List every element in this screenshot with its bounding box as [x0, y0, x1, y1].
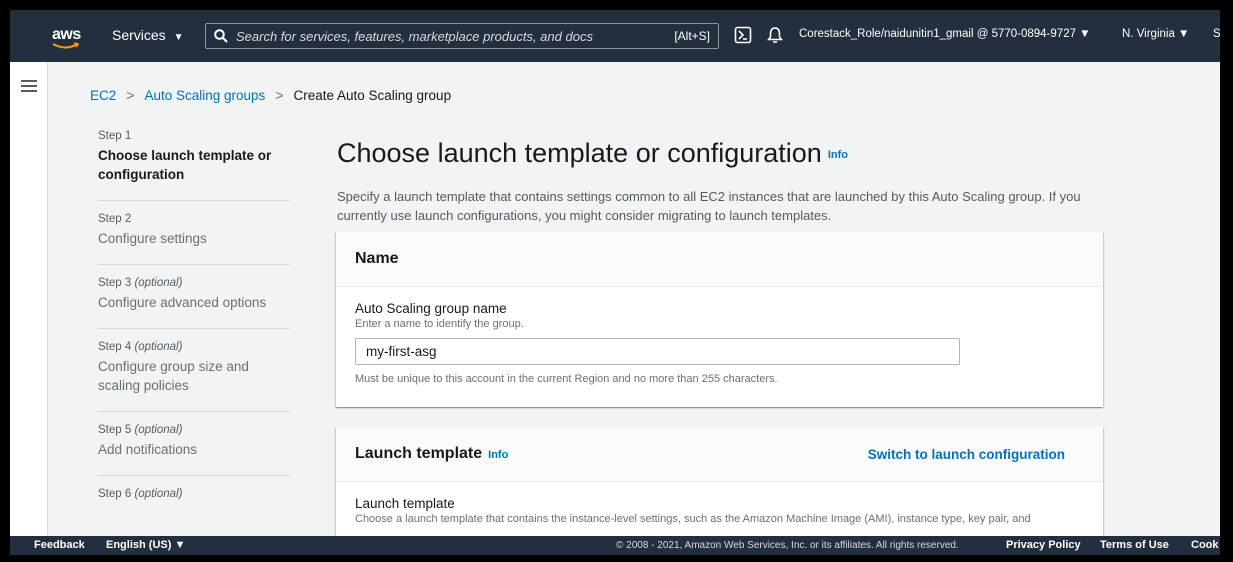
search-input[interactable]: Search for services, features, marketpla…	[205, 23, 719, 49]
step-number: Step 6 (optional)	[98, 488, 183, 500]
panel-title: Name	[355, 250, 399, 267]
services-menu[interactable]: Services ▼	[112, 27, 183, 43]
launch-template-description: Choose a launch template that contains t…	[355, 513, 1031, 525]
step-optional: (optional)	[134, 341, 183, 353]
step-title: Choose launch template or configuration	[98, 148, 272, 182]
step-optional: (optional)	[134, 424, 183, 436]
language-select[interactable]: English (US) ▼	[106, 539, 185, 551]
breadcrumb-separator: >	[126, 87, 135, 103]
search-placeholder: Search for services, features, marketpla…	[236, 28, 593, 44]
aws-smile-icon	[52, 42, 80, 49]
step-3[interactable]: Step 3 (optional) Configure advanced opt…	[98, 277, 290, 329]
panel-body: Auto Scaling group name Enter a name to …	[336, 287, 1103, 399]
privacy-policy-link[interactable]: Privacy Policy	[1006, 539, 1081, 551]
step-title: Configure advanced options	[98, 295, 267, 310]
panel-header: Launch template Info Switch to launch con…	[336, 427, 1103, 482]
step-4[interactable]: Step 4 (optional) Configure group size a…	[98, 341, 290, 412]
step-5[interactable]: Step 5 (optional) Add notifications	[98, 424, 290, 476]
side-navigation-toggle-strip	[10, 62, 48, 536]
panel-header: Name	[336, 232, 1103, 287]
name-panel: Name Auto Scaling group name Enter a nam…	[336, 232, 1103, 407]
panel-title: Launch template Info	[355, 445, 508, 463]
step-title: Configure group size and scaling policie…	[98, 359, 249, 393]
panel-body: Launch template Choose a launch template…	[336, 482, 1103, 539]
panel-title-text: Launch template	[355, 445, 483, 462]
step-title: Configure settings	[98, 231, 207, 246]
launch-template-label: Launch template	[355, 496, 455, 511]
chevron-down-icon: ▼	[173, 32, 184, 43]
feedback-link[interactable]: Feedback	[34, 539, 85, 551]
terms-of-use-link[interactable]: Terms of Use	[1100, 539, 1169, 551]
asg-name-label: Auto Scaling group name	[355, 301, 507, 316]
page-title-text: Choose launch template or configuration	[337, 138, 822, 168]
breadcrumb: EC2 > Auto Scaling groups > Create Auto …	[90, 87, 451, 103]
breadcrumb-current: Create Auto Scaling group	[293, 87, 452, 103]
step-title: Add notifications	[98, 442, 198, 457]
search-shortcut: [Alt+S]	[674, 29, 710, 43]
footer: Feedback English (US) ▼ © 2008 - 2021, A…	[10, 536, 1220, 555]
bell-icon[interactable]	[766, 26, 784, 44]
services-label: Services	[112, 27, 166, 43]
asg-name-description: Enter a name to identify the group.	[355, 318, 524, 330]
top-navigation: aws Services ▼ Search for services, feat…	[10, 10, 1220, 62]
step-number: Step 4 (optional)	[98, 341, 183, 353]
aws-logo[interactable]: aws	[48, 20, 88, 50]
account-menu[interactable]: Corestack_Role/naidunitin1_gmail @ 5770-…	[799, 28, 1091, 40]
breadcrumb-ec2[interactable]: EC2	[90, 88, 116, 103]
step-number: Step 2	[98, 213, 132, 225]
step-number: Step 3 (optional)	[98, 277, 183, 289]
cookie-preferences-link[interactable]: Cook	[1191, 539, 1219, 551]
step-optional: (optional)	[134, 488, 183, 500]
step-number: Step 5 (optional)	[98, 424, 183, 436]
search-icon	[214, 29, 228, 43]
page-title: Choose launch template or configuration I…	[337, 138, 848, 169]
step-number: Step 1	[98, 130, 132, 142]
page-description: Specify a launch template that contains …	[337, 189, 1081, 223]
hamburger-icon[interactable]	[21, 79, 37, 93]
asg-name-input[interactable]	[355, 338, 960, 365]
breadcrumb-separator: >	[275, 87, 284, 103]
copyright-text: © 2008 - 2021, Amazon Web Services, Inc.…	[616, 540, 959, 551]
info-link[interactable]: Info	[488, 449, 508, 461]
info-link[interactable]: Info	[828, 149, 848, 161]
wizard-steps: Step 1 Choose launch template or configu…	[98, 130, 290, 532]
cloudshell-icon[interactable]	[734, 26, 752, 44]
switch-to-launch-configuration-link[interactable]: Switch to launch configuration	[868, 447, 1065, 462]
asg-name-constraint: Must be unique to this account in the cu…	[355, 373, 778, 385]
step-2[interactable]: Step 2 Configure settings	[98, 213, 290, 265]
breadcrumb-auto-scaling-groups[interactable]: Auto Scaling groups	[144, 88, 265, 103]
step-1[interactable]: Step 1 Choose launch template or configu…	[98, 130, 290, 201]
region-menu[interactable]: N. Virginia ▼	[1122, 28, 1189, 40]
step-optional: (optional)	[134, 277, 183, 289]
support-menu[interactable]: S	[1213, 28, 1220, 40]
step-6[interactable]: Step 6 (optional)	[98, 488, 290, 520]
app-frame: aws Services ▼ Search for services, feat…	[10, 10, 1220, 555]
